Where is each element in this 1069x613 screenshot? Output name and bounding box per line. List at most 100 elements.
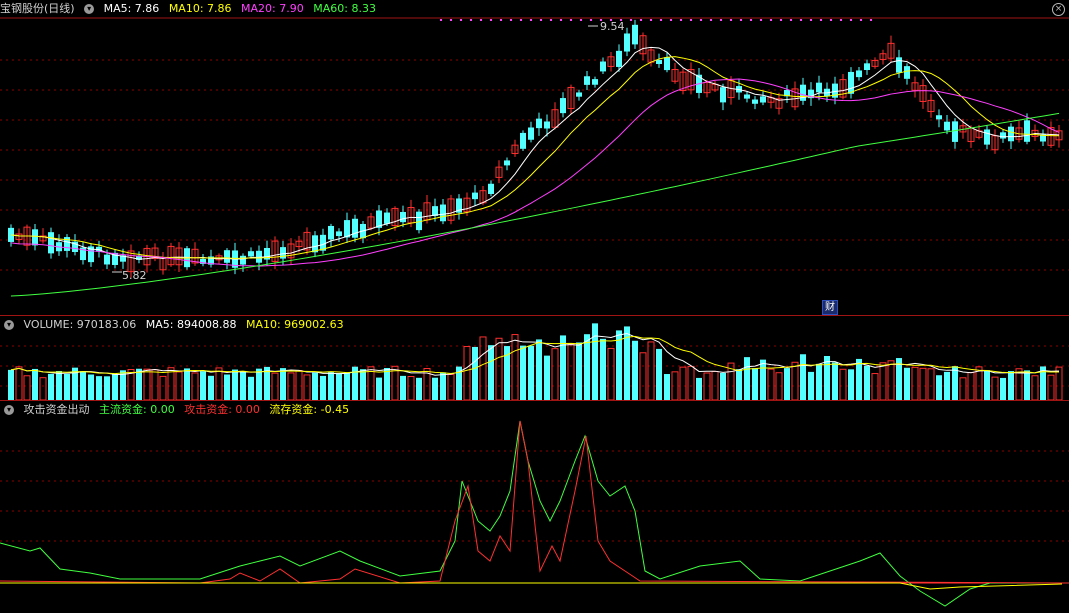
- signal-dot: [670, 19, 672, 21]
- candle-body: [336, 231, 342, 237]
- kline-chart[interactable]: 9.54 5.82: [0, 0, 1069, 315]
- candle-body: [400, 211, 406, 223]
- ma10-line: [10, 56, 1060, 259]
- volume-bar: [240, 371, 246, 400]
- kline-header: 宝钢股份(日线) ▾ MA5: 7.86 MA10: 7.86 MA20: 7.…: [0, 0, 382, 18]
- volume-bar: [832, 362, 838, 400]
- volume-bar: [536, 339, 542, 400]
- candle-body: [592, 79, 598, 85]
- volume-bar: [271, 372, 279, 400]
- volume-panel[interactable]: ▾ VOLUME: 970183.06 MA5: 894008.88 MA10:…: [0, 316, 1069, 400]
- volume-bar: [544, 355, 550, 400]
- signal-dot: [760, 19, 762, 21]
- ma20-line: [10, 78, 1060, 267]
- volume-bar: [911, 366, 919, 400]
- candle-body: [656, 60, 662, 65]
- volume-bar: [736, 369, 742, 400]
- volume-bar: [848, 369, 854, 400]
- signal-dot: [780, 19, 782, 21]
- candle-body: [632, 24, 638, 45]
- volume-bar: [767, 368, 775, 400]
- signal-dot: [740, 19, 742, 21]
- candle-body: [904, 66, 910, 79]
- volume-bar: [1031, 375, 1039, 400]
- signal-dot: [590, 19, 592, 21]
- fund-chart[interactable]: [0, 401, 1069, 613]
- volume-header: ▾ VOLUME: 970183.06 MA5: 894008.88 MA10:…: [0, 316, 350, 334]
- candle-body: [720, 87, 726, 103]
- signal-dot: [800, 19, 802, 21]
- volume-bar: [656, 348, 662, 400]
- volume-bar: [687, 365, 695, 400]
- ma60-line: [10, 112, 1060, 297]
- signal-dot: [470, 19, 472, 21]
- volume-bar: [184, 368, 190, 400]
- signal-dot: [630, 19, 632, 21]
- candle-body: [312, 235, 318, 253]
- volume-bar: [256, 368, 262, 400]
- volume-bar: [927, 368, 935, 400]
- finance-marker[interactable]: 财: [822, 300, 838, 315]
- volume-bar: [959, 377, 967, 400]
- volume-bar: [744, 357, 750, 400]
- volume-bar: [328, 372, 334, 400]
- signal-dot: [460, 19, 462, 21]
- volume-bar: [407, 376, 415, 400]
- volume-bar: [1047, 374, 1055, 400]
- stock-fund-label: 流存资金: -0.45: [269, 403, 350, 416]
- candle-body: [944, 121, 950, 131]
- candle-body: [864, 63, 870, 70]
- volume-bar: [1000, 377, 1006, 400]
- ma5-line: [10, 46, 1060, 260]
- signal-dot: [560, 19, 562, 21]
- candle-body: [744, 94, 750, 99]
- candle-body: [472, 192, 478, 200]
- volume-bar: [295, 370, 303, 400]
- volume-bar: [720, 372, 726, 400]
- volume-bar: [320, 375, 326, 400]
- signal-dot: [680, 19, 682, 21]
- volume-bar: [384, 368, 390, 400]
- volume-bar: [280, 368, 286, 400]
- volume-bar: [952, 366, 958, 400]
- volume-bar: [167, 367, 175, 400]
- volume-bar: [23, 375, 31, 400]
- volume-bar: [336, 373, 342, 400]
- signal-dot: [500, 19, 502, 21]
- close-icon[interactable]: ×: [1052, 3, 1065, 16]
- ma20-label: MA20: 7.90: [241, 2, 304, 15]
- candle-body: [856, 70, 862, 78]
- ma10-label: MA10: 7.86: [168, 2, 232, 15]
- signal-dot: [830, 19, 832, 21]
- volume-bar: [8, 369, 14, 400]
- volume-bar: [696, 377, 702, 400]
- candle-body: [344, 220, 350, 238]
- volume-bar: [520, 345, 526, 400]
- collapse-icon[interactable]: ▾: [4, 405, 14, 415]
- candle-body: [544, 121, 550, 129]
- volume-bar: [584, 334, 590, 400]
- volume-bar: [232, 369, 238, 400]
- volume-bar: [887, 360, 895, 400]
- candle-body: [616, 50, 622, 67]
- volume-bar: [528, 345, 534, 400]
- candle-body: [328, 225, 334, 240]
- signal-dot: [820, 19, 822, 21]
- volume-bar: [312, 372, 318, 400]
- candle-body: [504, 160, 510, 166]
- volume-bar: [864, 365, 870, 400]
- collapse-icon[interactable]: ▾: [4, 320, 14, 330]
- volume-bar: [56, 371, 62, 400]
- volume-bar: [991, 376, 999, 400]
- kline-panel[interactable]: 宝钢股份(日线) ▾ MA5: 7.86 MA10: 7.86 MA20: 7.…: [0, 0, 1069, 315]
- fund-panel[interactable]: ▾ 攻击资金出动 主流资金: 0.00 攻击资金: 0.00 流存资金: -0.…: [0, 401, 1069, 613]
- collapse-icon[interactable]: ▾: [84, 4, 95, 14]
- candle-body: [520, 132, 526, 149]
- volume-bar: [463, 346, 471, 400]
- volume-bar: [808, 371, 814, 400]
- volume-bar: [1024, 370, 1030, 400]
- volume-bar: [919, 367, 927, 400]
- volume-bar: [80, 371, 86, 400]
- signal-dot: [750, 19, 752, 21]
- volume-bar: [632, 340, 638, 400]
